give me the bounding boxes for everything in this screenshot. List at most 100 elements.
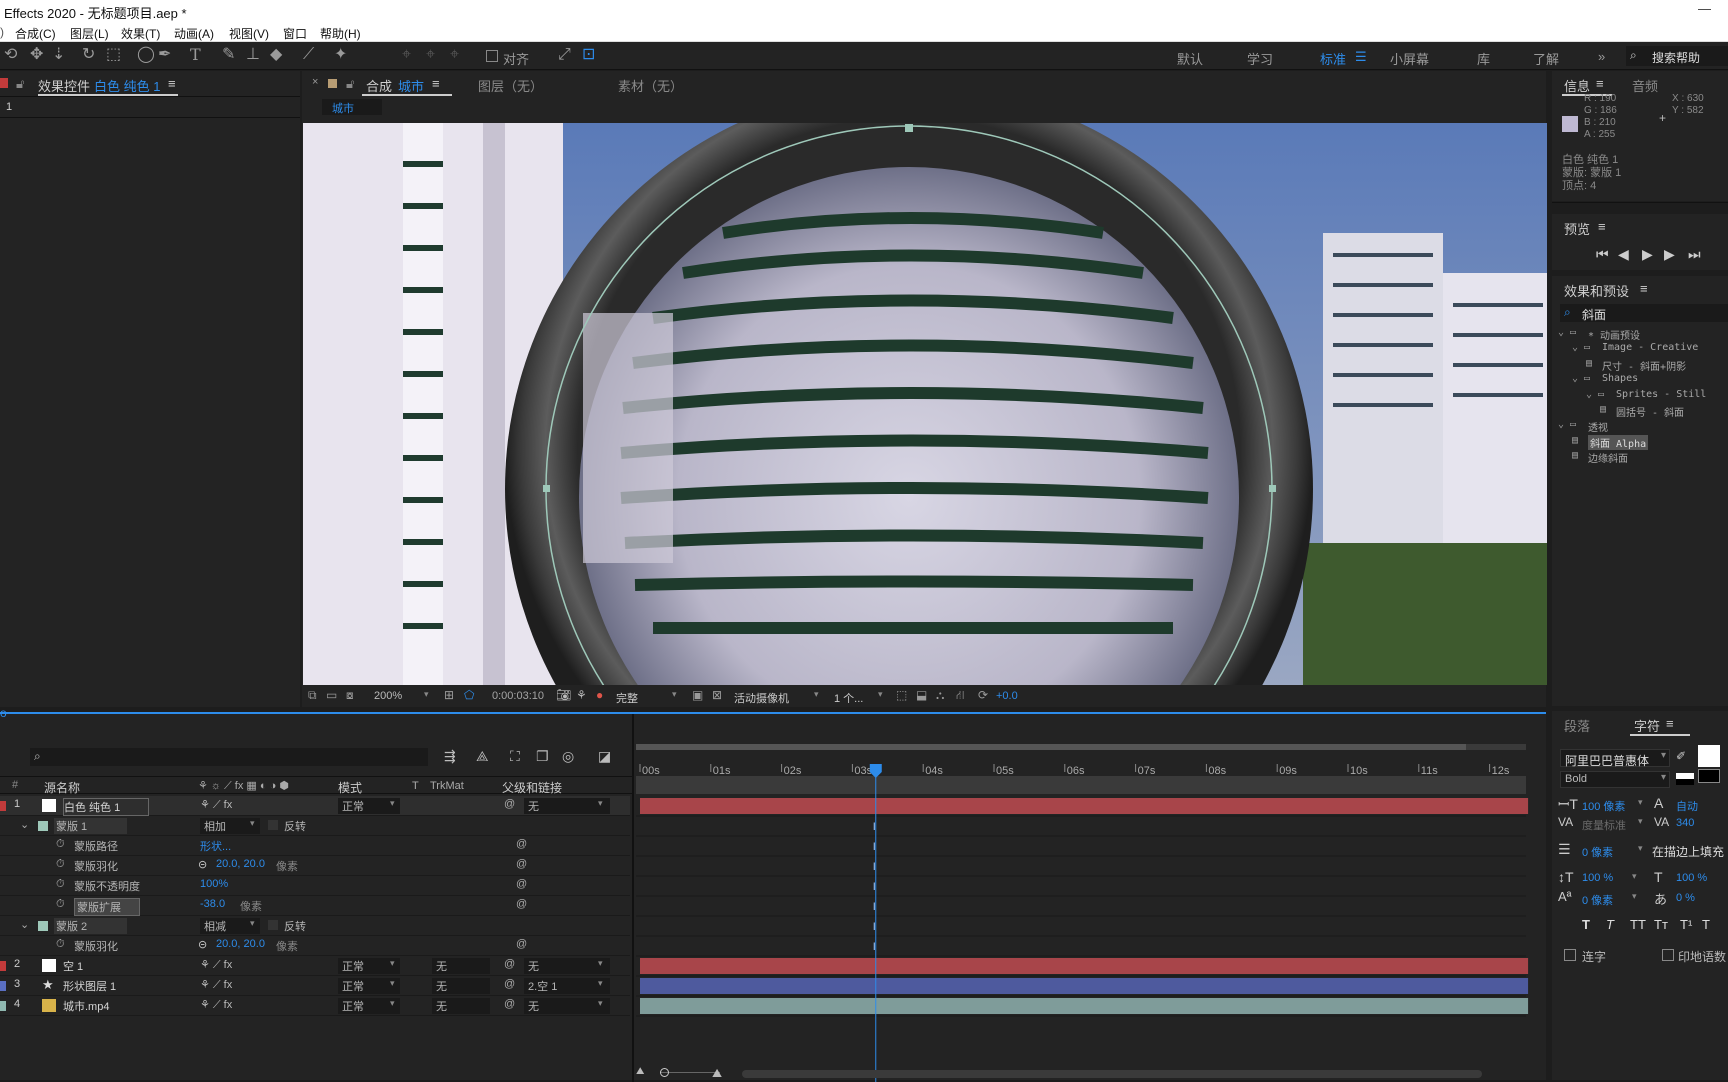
- property-row[interactable]: ⏱ 蒙版扩展 -38.0 像素 @: [0, 896, 630, 916]
- superscript-button[interactable]: T¹: [1680, 917, 1692, 932]
- property-row[interactable]: ⏱ 蒙版路径 形状... @: [0, 836, 630, 856]
- frame-blending-icon[interactable]: ❐: [536, 748, 549, 765]
- preset-item[interactable]: ▤ 圆括号 - 斜面: [1552, 403, 1728, 419]
- ellipse-tool-icon[interactable]: ◯: [137, 47, 155, 63]
- col-mode-header[interactable]: 模式: [338, 779, 362, 796]
- region-of-interest-icon[interactable]: ▣: [692, 688, 703, 702]
- rotate-tool-icon[interactable]: ↻: [82, 47, 95, 63]
- shy-layers-icon[interactable]: ⛶: [510, 748, 520, 765]
- col-trkmat-header[interactable]: TrkMat: [430, 780, 464, 792]
- invert-checkbox[interactable]: [268, 820, 278, 830]
- panel-menu-icon[interactable]: ≡: [432, 76, 440, 91]
- layer-switches[interactable]: ⚘ ⟋ fx: [200, 978, 232, 992]
- effects-presets-tab[interactable]: 效果和预设: [1564, 281, 1629, 300]
- pickwhip-icon[interactable]: @: [504, 998, 515, 1010]
- axis-view-icon[interactable]: ⌖: [450, 47, 459, 63]
- preset-item[interactable]: ▤ 尺寸 - 斜面+阴影: [1552, 357, 1728, 373]
- menu-composition[interactable]: 合成(C): [15, 25, 56, 42]
- layer-row[interactable]: 1 白色 纯色 1 ⚘ ⟋ fx 正常 ▾ @ 无 ▾: [0, 796, 630, 816]
- stroke-width-value[interactable]: 0 像素: [1582, 844, 1613, 860]
- workspace-default[interactable]: 默认: [1177, 49, 1203, 68]
- property-row[interactable]: ⏱ 蒙版羽化 ⊝ 20.0, 20.0 像素 @: [0, 936, 630, 956]
- layer-row[interactable]: 4 城市.mp4 ⚘ ⟋ fx 正常 ▾ 无 @ 无 ▾: [0, 996, 630, 1016]
- zoom-out-icon[interactable]: ⛰: [636, 1066, 644, 1077]
- kerning-value[interactable]: 度量标准: [1582, 817, 1626, 833]
- chevron-down-icon[interactable]: ▾: [424, 689, 429, 700]
- snapping-icon[interactable]: ⤢: [558, 47, 571, 63]
- zoom-slider[interactable]: ⛰ ⛰: [636, 1066, 1532, 1080]
- color-channels-icon[interactable]: ●: [596, 688, 603, 702]
- layer-name[interactable]: 城市.mp4: [63, 998, 109, 1014]
- chevron-down-icon[interactable]: ▾: [250, 818, 255, 829]
- layer-name[interactable]: 空 1: [63, 958, 83, 974]
- layer-switches[interactable]: ⚘ ⟋ fx: [200, 998, 232, 1012]
- panel-menu-icon[interactable]: ≡: [1666, 716, 1674, 731]
- workspace-libraries[interactable]: 库: [1477, 49, 1490, 68]
- layer-row[interactable]: 3 ★ 形状图层 1 ⚘ ⟋ fx 正常 ▾ 无 @2.空 1 ▾: [0, 976, 630, 996]
- chevron-down-icon[interactable]: ▾: [1638, 816, 1643, 827]
- layer-search-field[interactable]: ⌕: [30, 748, 428, 766]
- lock-icon[interactable]: 🔓︎: [346, 76, 354, 92]
- stopwatch-icon[interactable]: ⏱: [56, 878, 65, 891]
- mask-row[interactable]: ⌄ 蒙版 2 相减 ▾ 反转: [0, 916, 630, 936]
- layer-name[interactable]: 形状图层 1: [63, 978, 116, 994]
- zoom-slider-handle[interactable]: [660, 1068, 669, 1077]
- camera-select[interactable]: 活动摄像机: [734, 690, 789, 706]
- preview-tab[interactable]: 预览: [1564, 219, 1590, 238]
- menu-animation[interactable]: 动画(A): [174, 25, 214, 42]
- exposure-value[interactable]: +0.0: [996, 690, 1018, 702]
- roto-brush-icon[interactable]: ⟋: [303, 47, 314, 63]
- comp-breadcrumb[interactable]: 城市: [322, 99, 382, 115]
- pickwhip-icon[interactable]: @: [516, 878, 527, 890]
- first-frame-icon[interactable]: ⏮: [1596, 246, 1609, 263]
- small-caps-button[interactable]: Tт: [1654, 917, 1668, 932]
- trkmat-select[interactable]: 无: [432, 978, 490, 994]
- draft-3d-icon[interactable]: ⟁: [476, 748, 489, 765]
- menu-layer[interactable]: 图层(L): [70, 25, 109, 42]
- mask-color-swatch[interactable]: [38, 821, 48, 831]
- faux-bold-button[interactable]: T: [1582, 917, 1590, 932]
- camera-tool-icon[interactable]: ⬚: [106, 47, 121, 63]
- layer-switches[interactable]: ⚘ ⟋ fx: [200, 798, 232, 812]
- pickwhip-icon[interactable]: @: [516, 858, 527, 870]
- lock-icon[interactable]: 🔓︎: [16, 76, 24, 92]
- pickwhip-icon[interactable]: @: [516, 898, 527, 910]
- pan-behind-icon[interactable]: ⇣: [52, 47, 65, 63]
- workspace-learn-more[interactable]: 了解: [1533, 49, 1559, 68]
- chevron-down-icon[interactable]: ▾: [814, 689, 819, 700]
- stopwatch-icon[interactable]: ⏱: [56, 898, 65, 911]
- vertical-scale-value[interactable]: 100 %: [1582, 872, 1613, 884]
- audio-tab[interactable]: 音频: [1632, 76, 1658, 95]
- vr-icon[interactable]: ⧇: [346, 688, 354, 703]
- timeline-scrollbar[interactable]: [742, 1070, 1482, 1078]
- menu-view[interactable]: 视图(V): [229, 25, 269, 42]
- axis-world-icon[interactable]: ⌖: [426, 47, 435, 63]
- character-tab[interactable]: 字符: [1634, 716, 1660, 735]
- chevron-down-icon[interactable]: ▾: [1632, 891, 1637, 902]
- chevron-down-icon[interactable]: ▾: [598, 998, 603, 1009]
- swap-colors-icon[interactable]: [1676, 773, 1694, 785]
- stamp-tool-icon[interactable]: ⊥: [246, 47, 260, 63]
- menu-window[interactable]: 窗口: [283, 25, 307, 42]
- subscript-button[interactable]: T: [1702, 917, 1710, 932]
- toggle-pixel-icon[interactable]: ⬚: [896, 688, 907, 702]
- chevron-down-icon[interactable]: ▾: [390, 958, 395, 969]
- layer-duration-bar[interactable]: [640, 798, 1529, 814]
- time-graph[interactable]: 00s 01s 02s 03s 04s 05s 06s 07s 08s 09s 10s 11s 12s I…: [636, 742, 1532, 1082]
- chevron-down-icon[interactable]: ▾: [250, 918, 255, 929]
- zoom-level[interactable]: 200%: [374, 690, 402, 702]
- chevron-down-icon[interactable]: ▾: [1638, 797, 1643, 808]
- workspace-small-screen[interactable]: 小屏幕: [1390, 49, 1429, 68]
- close-tab-icon[interactable]: ×: [312, 76, 318, 88]
- fill-color-swatch[interactable]: [1698, 745, 1720, 767]
- fit-icon[interactable]: ⊞: [444, 688, 454, 702]
- eraser-tool-icon[interactable]: ◆: [270, 47, 282, 63]
- label-color-chip[interactable]: [0, 981, 6, 991]
- label-color-chip[interactable]: [0, 801, 6, 811]
- pickwhip-icon[interactable]: @: [516, 838, 527, 850]
- work-area-track[interactable]: [636, 776, 1526, 794]
- workspace-learn[interactable]: 学习: [1247, 49, 1273, 68]
- property-value[interactable]: 100%: [200, 878, 228, 890]
- current-time[interactable]: 0:00:03:10: [492, 690, 544, 702]
- resolution-select[interactable]: 完整: [616, 690, 638, 706]
